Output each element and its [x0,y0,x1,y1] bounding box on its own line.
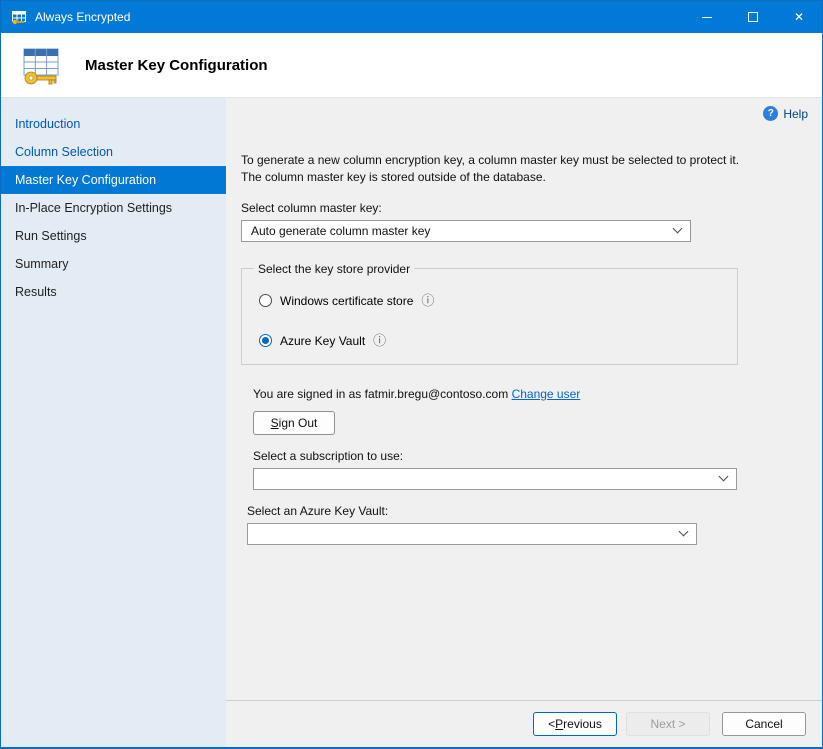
titlebar: Always Encrypted ✕ [1,1,822,33]
chevron-down-icon [673,224,683,234]
help-icon: ? [763,106,778,121]
wizard-header: Master Key Configuration [1,33,822,98]
wizard-body: Introduction Column Selection Master Key… [1,98,822,747]
help-link[interactable]: ? Help [763,106,808,121]
info-icon[interactable]: ⓘ [373,334,386,347]
next-button[interactable]: Next > [626,712,710,736]
nav-item-run-settings[interactable]: Run Settings [1,222,226,250]
content-column: ? Help To generate a new column encrypti… [226,98,822,747]
nav-item-in-place-encryption[interactable]: In-Place Encryption Settings [1,194,226,222]
previous-prefix: < [548,717,555,731]
intro-text: To generate a new column encryption key,… [241,152,749,187]
close-button[interactable]: ✕ [776,1,822,33]
radio-azure-key-vault-label: Azure Key Vault [280,334,365,348]
close-icon: ✕ [794,11,804,23]
subscription-dropdown[interactable] [253,468,737,490]
wizard-nav: Introduction Column Selection Master Key… [1,98,226,747]
column-master-key-dropdown[interactable]: Auto generate column master key [241,220,691,242]
nav-item-introduction[interactable]: Introduction [1,110,226,138]
column-master-key-value: Auto generate column master key [251,224,430,238]
nav-item-master-key-configuration[interactable]: Master Key Configuration [1,166,226,194]
radio-windows-certificate-store[interactable]: Windows certificate store ⓘ [259,294,725,308]
chevron-down-icon [719,472,729,482]
window-title: Always Encrypted [35,10,130,24]
sign-out-access-key: S [271,416,279,430]
maximize-button[interactable] [730,1,776,33]
maximize-icon [748,12,758,22]
sign-out-label-rest: ign Out [279,416,318,430]
nav-item-summary[interactable]: Summary [1,250,226,278]
previous-button[interactable]: < Previous [533,712,617,736]
minimize-button[interactable] [684,1,730,33]
signed-in-status: You are signed in as fatmir.bregu@contos… [253,387,806,401]
wizard-footer: < Previous Next > Cancel [226,700,822,747]
signed-in-text: You are signed in as fatmir.bregu@contos… [253,387,508,401]
change-user-link[interactable]: Change user [512,387,581,401]
nav-item-column-selection[interactable]: Column Selection [1,138,226,166]
page-title: Master Key Configuration [85,57,268,74]
radio-windows-certificate-store-label: Windows certificate store [280,294,413,308]
minimize-icon [702,17,712,18]
cancel-button[interactable]: Cancel [722,712,806,736]
radio-azure-key-vault[interactable]: Azure Key Vault ⓘ [259,334,725,348]
azure-key-vault-label: Select an Azure Key Vault: [247,504,806,518]
table-key-icon [19,42,65,88]
app-icon-small [11,9,27,25]
nav-item-results[interactable]: Results [1,278,226,306]
previous-label-rest: revious [563,717,602,731]
help-label: Help [783,107,808,121]
radio-checked-icon [259,334,272,347]
master-key-configuration-page: ? Help To generate a new column encrypti… [226,98,822,700]
radio-unchecked-icon [259,294,272,307]
previous-access-key: P [555,717,563,731]
subscription-label: Select a subscription to use: [253,449,806,463]
master-key-label: Select column master key: [241,201,806,215]
key-store-provider-group-label: Select the key store provider [254,262,414,276]
azure-key-vault-dropdown[interactable] [247,523,697,545]
chevron-down-icon [679,527,689,537]
sign-out-button[interactable]: Sign Out [253,411,335,435]
always-encrypted-window: Always Encrypted ✕ Master Key Configurat… [0,0,823,749]
info-icon[interactable]: ⓘ [421,294,434,307]
key-store-provider-group: Select the key store provider Windows ce… [241,262,738,365]
